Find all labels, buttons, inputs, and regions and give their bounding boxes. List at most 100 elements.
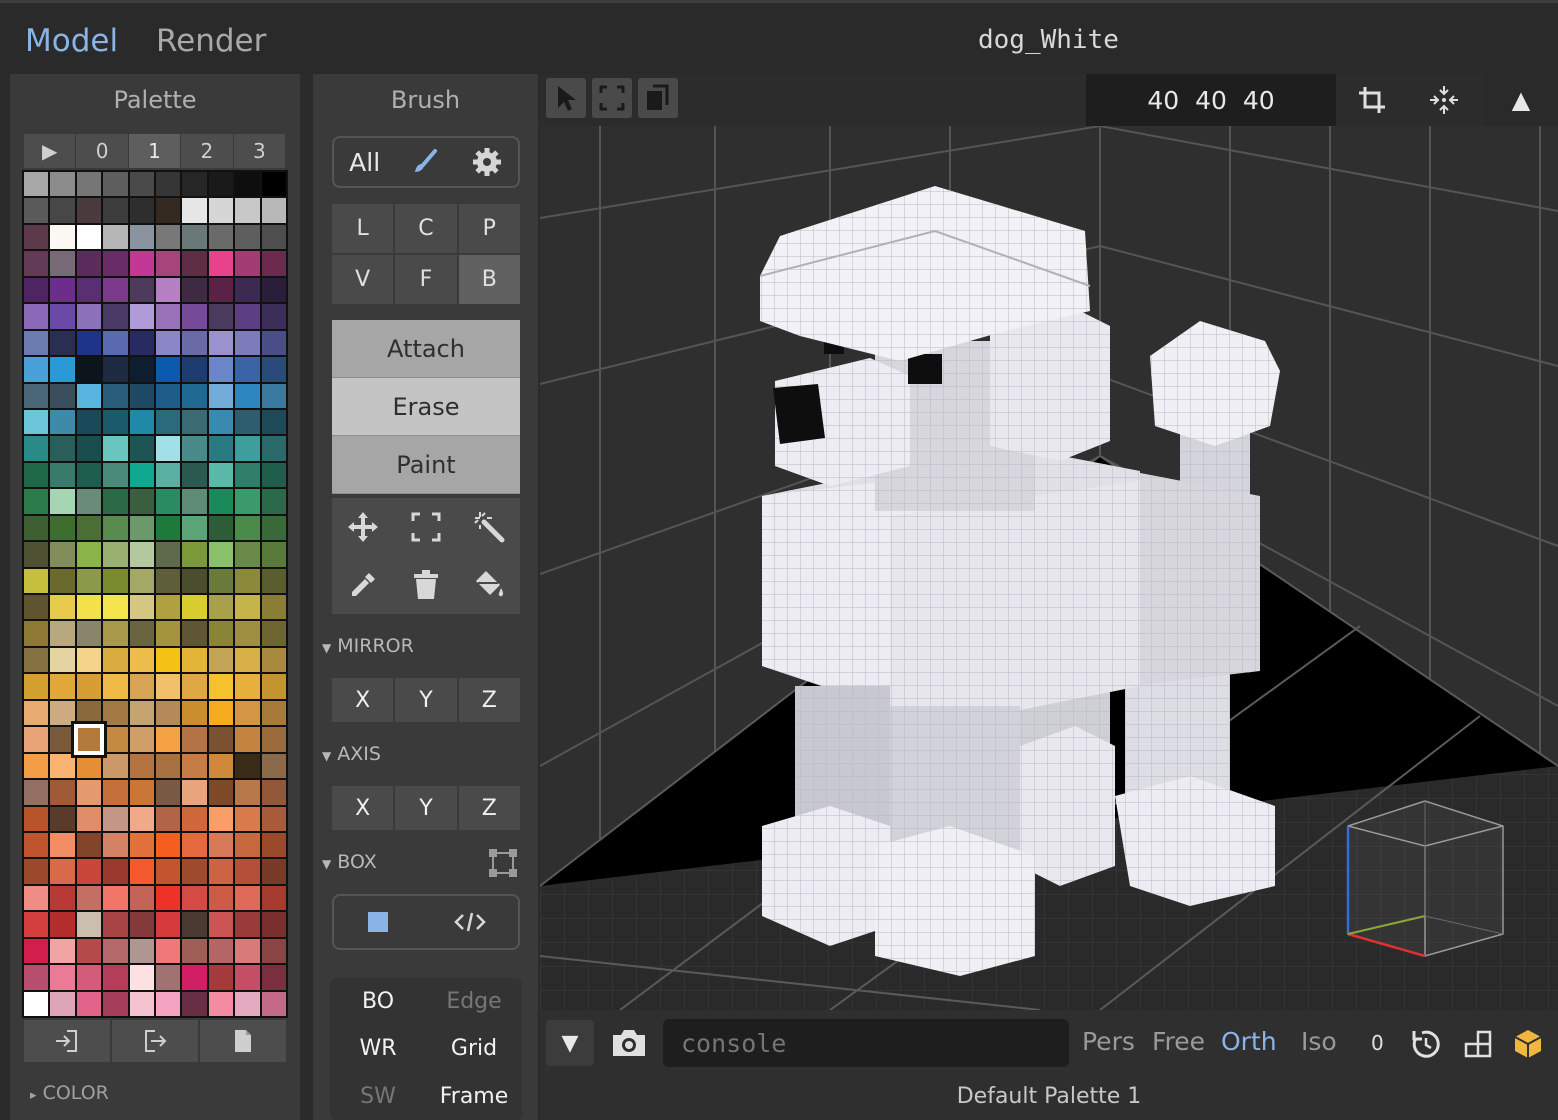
color-swatch[interactable] [235,304,260,329]
color-swatch[interactable] [129,515,154,541]
color-swatch[interactable] [103,489,128,514]
color-swatch[interactable] [261,859,286,884]
projection-pers[interactable]: Pers [1082,1027,1135,1056]
color-swatch[interactable] [50,621,75,646]
color-swatch[interactable] [24,357,49,382]
color-swatch[interactable] [24,409,49,435]
eyedropper-tool[interactable] [332,556,395,614]
color-swatch[interactable] [103,912,128,937]
color-swatch[interactable] [76,912,102,937]
color-swatch[interactable] [235,727,260,752]
tab-render[interactable]: Render [156,23,266,59]
color-swatch[interactable] [76,965,102,990]
color-swatch[interactable] [50,304,75,329]
color-swatch[interactable] [155,383,181,408]
color-swatch[interactable] [235,462,260,488]
move-tool[interactable] [332,498,395,556]
center-button[interactable] [1416,74,1472,126]
color-swatch[interactable] [208,277,234,303]
export-palette-button[interactable] [112,1020,198,1062]
color-swatch[interactable] [182,251,207,276]
color-swatch[interactable] [50,912,75,937]
color-swatch[interactable] [208,700,234,726]
color-swatch[interactable] [50,383,75,408]
color-swatch[interactable] [208,595,234,620]
color-swatch[interactable] [50,674,75,699]
color-swatch[interactable] [129,753,154,779]
color-swatch[interactable] [208,621,234,646]
color-swatch[interactable] [103,727,128,752]
color-swatch[interactable] [261,357,286,382]
color-swatch[interactable] [261,912,286,937]
color-swatch[interactable] [182,568,207,593]
color-swatch[interactable] [50,859,75,884]
crop-button[interactable] [1346,74,1398,126]
color-swatch[interactable] [103,462,128,488]
viewport-menu-button[interactable]: ▼ [546,1020,594,1066]
color-swatch[interactable] [155,198,181,223]
color-swatch[interactable] [208,832,234,858]
mirror-z-button[interactable]: Z [458,678,520,722]
color-swatch[interactable] [24,727,49,752]
color-swatch[interactable] [261,224,286,250]
color-swatch[interactable] [235,198,260,223]
color-swatch[interactable] [24,277,49,303]
import-palette-button[interactable] [24,1020,110,1062]
toggle-wr[interactable]: WR [330,1025,426,1072]
color-swatch[interactable] [129,330,154,356]
color-swatch[interactable] [182,780,207,805]
mirror-y-button[interactable]: Y [395,678,457,722]
color-swatch[interactable] [24,383,49,408]
color-swatch[interactable] [24,224,49,250]
color-swatch[interactable] [103,621,128,646]
color-swatch[interactable] [76,172,102,197]
color-swatch[interactable] [129,277,154,303]
color-swatch[interactable] [50,251,75,276]
color-swatch[interactable] [24,753,49,779]
color-swatch[interactable] [50,436,75,461]
toggle-grid[interactable]: Grid [426,1025,522,1072]
color-swatch[interactable] [182,542,207,567]
color-swatch[interactable] [261,727,286,752]
color-swatch[interactable] [24,515,49,541]
model-view-button[interactable] [1510,1024,1546,1064]
3d-viewport[interactable] [540,126,1558,1010]
color-swatch[interactable] [24,489,49,514]
brush-mode-p[interactable]: P [458,204,520,253]
color-swatch[interactable] [208,753,234,779]
color-swatch[interactable] [182,700,207,726]
color-swatch[interactable] [129,912,154,937]
color-swatch[interactable] [208,859,234,884]
new-palette-button[interactable] [200,1020,286,1062]
color-swatch[interactable] [155,991,181,1016]
color-swatch[interactable] [103,251,128,276]
color-swatch[interactable] [24,172,49,197]
color-swatch[interactable] [76,436,102,461]
color-swatch[interactable] [50,885,75,911]
code-icon[interactable] [454,910,486,934]
palette-tab-1[interactable]: 1 [128,134,182,168]
palette-tab-2[interactable]: 2 [181,134,234,168]
color-swatch[interactable] [208,383,234,408]
color-swatch[interactable] [129,383,154,408]
color-swatch[interactable] [261,595,286,620]
color-swatch[interactable] [182,621,207,646]
color-swatch[interactable] [129,727,154,752]
color-swatch[interactable] [50,172,75,197]
color-swatch[interactable] [24,780,49,805]
color-swatch[interactable] [182,304,207,329]
model-dimensions[interactable]: 40 40 40 [1086,74,1336,126]
color-swatch[interactable] [208,727,234,752]
color-swatch[interactable] [24,859,49,884]
color-swatch[interactable] [129,436,154,461]
color-swatch[interactable] [24,647,49,673]
color-swatch[interactable] [24,700,49,726]
color-swatch[interactable] [261,991,286,1016]
color-swatch[interactable] [129,489,154,514]
color-swatch[interactable] [182,806,207,831]
toggle-frame[interactable]: Frame [426,1073,522,1120]
color-swatch[interactable] [155,647,181,673]
color-swatch[interactable] [50,647,75,673]
color-swatch[interactable] [50,780,75,805]
color-swatch[interactable] [155,436,181,461]
